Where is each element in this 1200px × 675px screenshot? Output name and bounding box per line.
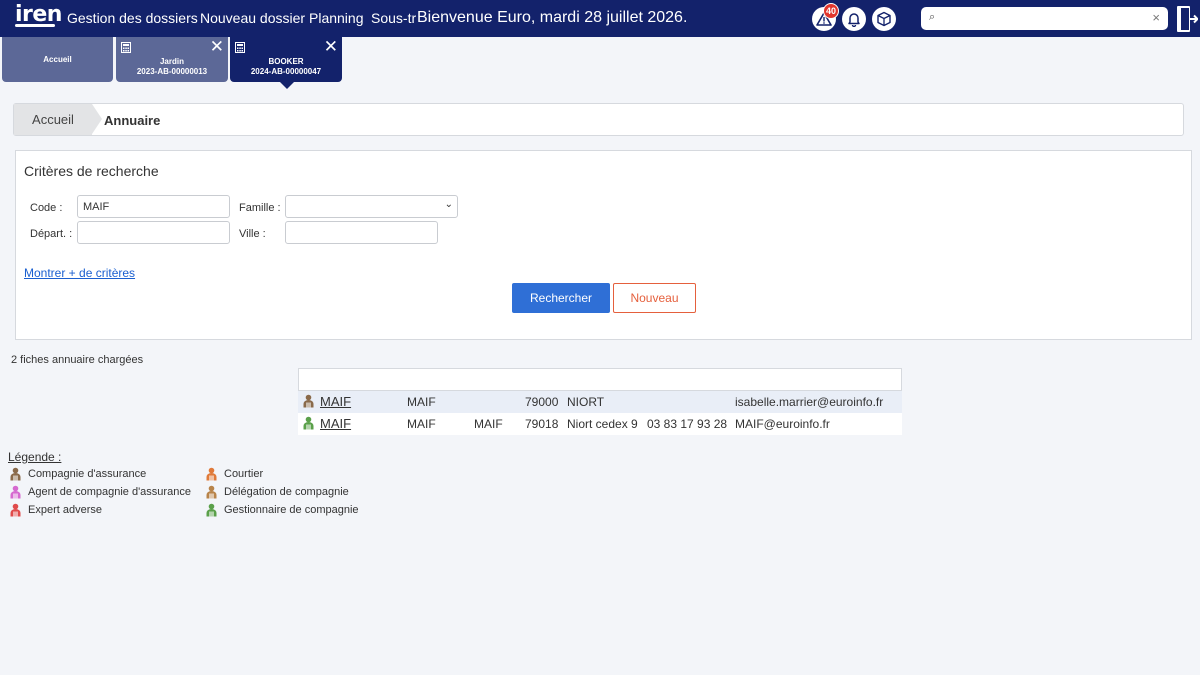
depart-label: Départ. : — [30, 228, 73, 240]
chevron-down-icon: ⌄ — [444, 199, 453, 210]
person-icon — [303, 394, 314, 408]
search-criteria-panel: Critères de recherche Code : Famille : ⌄… — [15, 150, 1192, 340]
search-icon: ⌕ — [929, 11, 936, 23]
global-search: ⌕ × — [921, 7, 1168, 30]
person-icon — [206, 503, 217, 517]
result-code: MAIF — [407, 395, 436, 409]
app-logo[interactable]: iren — [15, 2, 62, 27]
result-short: MAIF — [474, 417, 503, 431]
calculator-icon — [121, 42, 131, 53]
legend-label: Compagnie d'assurance — [28, 468, 147, 480]
breadcrumb-current: Annuaire — [104, 113, 161, 128]
notifications-button[interactable] — [842, 7, 866, 31]
results-header — [298, 368, 902, 391]
ville-label: Ville : — [239, 228, 266, 240]
menu-sous-traitance[interactable]: Sous-tr — [371, 10, 416, 26]
welcome-message: Bienvenue Euro, mardi 28 juillet 2026. — [417, 9, 688, 26]
tab-title: BOOKER — [268, 57, 304, 66]
legend-label: Expert adverse — [28, 504, 102, 516]
result-phone: 03 83 17 93 28 — [647, 417, 728, 431]
table-row[interactable]: MAIF MAIF 79000 NIORT isabelle.marrier@e… — [298, 391, 902, 413]
ville-input[interactable] — [285, 221, 438, 244]
legend-label: Délégation de compagnie — [224, 486, 349, 498]
famille-label: Famille : — [239, 202, 281, 214]
alert-count-badge: 40 — [823, 3, 840, 19]
panel-title: Critères de recherche — [24, 163, 159, 179]
code-input[interactable] — [77, 195, 230, 218]
package-button[interactable] — [872, 7, 896, 31]
person-icon — [10, 467, 21, 481]
legend-label: Agent de compagnie d'assurance — [28, 486, 191, 498]
breadcrumb: Accueil Annuaire — [13, 103, 1184, 136]
result-code: MAIF — [407, 417, 436, 431]
bell-icon — [848, 13, 860, 27]
new-button[interactable]: Nouveau — [613, 283, 696, 313]
legend-label: Gestionnaire de compagnie — [224, 504, 359, 516]
more-criteria-link[interactable]: Montrer + de critères — [24, 266, 135, 280]
clear-icon[interactable]: × — [1152, 10, 1160, 25]
legend-title: Légende : — [8, 450, 62, 464]
menu-gestion-dossiers[interactable]: Gestion des dossiers — [67, 10, 198, 26]
result-name-link[interactable]: MAIF — [320, 394, 351, 409]
tab-jardin[interactable]: ✕ Jardin 2023-AB-00000013 — [116, 37, 228, 82]
tab-title: Jardin — [159, 57, 184, 66]
result-cp: 79018 — [525, 417, 559, 431]
depart-input[interactable] — [77, 221, 230, 244]
active-tab-pointer — [280, 82, 294, 89]
logout-icon — [1177, 6, 1199, 32]
menu-nouveau-dossier[interactable]: Nouveau dossier — [200, 10, 305, 26]
logout-button[interactable] — [1176, 5, 1199, 38]
tab-ref: 2024-AB-00000047 — [250, 67, 322, 76]
breadcrumb-home[interactable]: Accueil — [14, 104, 102, 135]
results-count-status: 2 fiches annuaire chargées — [11, 354, 144, 366]
legend-label: Courtier — [224, 468, 264, 480]
result-name-link[interactable]: MAIF — [320, 416, 351, 431]
package-icon — [877, 11, 891, 27]
code-label: Code : — [30, 202, 63, 214]
result-city: Niort cedex 9 — [567, 417, 638, 431]
tab-accueil[interactable]: Accueil — [2, 37, 113, 82]
tab-title: Accueil — [43, 55, 72, 64]
close-tab-icon[interactable]: ✕ — [210, 38, 224, 56]
menu-planning[interactable]: Planning — [309, 10, 364, 26]
result-email: MAIF@euroinfo.fr — [735, 417, 830, 431]
result-cp: 79000 — [525, 395, 559, 409]
tab-booker[interactable]: ✕ BOOKER 2024-AB-00000047 — [230, 37, 342, 89]
table-row[interactable]: MAIF MAIF MAIF 79018 Niort cedex 9 03 83… — [298, 413, 902, 435]
person-icon — [206, 467, 217, 481]
famille-select[interactable]: ⌄ — [285, 195, 458, 218]
global-search-input[interactable] — [943, 10, 1143, 27]
person-icon — [10, 503, 21, 517]
person-icon — [10, 485, 21, 499]
search-button[interactable]: Rechercher — [512, 283, 610, 313]
close-tab-icon[interactable]: ✕ — [324, 38, 338, 56]
calculator-icon — [235, 42, 245, 53]
top-navigation-bar: iren Gestion des dossiers Nouveau dossie… — [0, 0, 1200, 37]
person-icon — [303, 416, 314, 430]
result-email: isabelle.marrier@euroinfo.fr — [735, 395, 884, 409]
result-city: NIORT — [567, 395, 605, 409]
tab-ref: 2023-AB-00000013 — [136, 67, 208, 76]
person-icon — [206, 485, 217, 499]
